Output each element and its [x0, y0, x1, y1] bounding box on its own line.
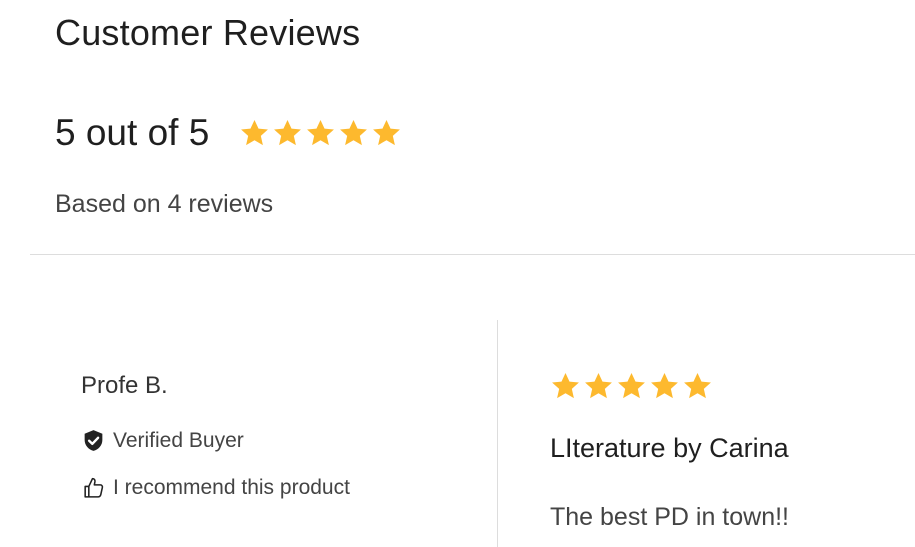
star-icon [239, 118, 270, 149]
column-divider [497, 320, 498, 547]
page-title: Customer Reviews [55, 12, 361, 53]
star-icon [682, 371, 713, 402]
star-icon [305, 118, 336, 149]
star-icon [583, 371, 614, 402]
star-icon [338, 118, 369, 149]
verified-buyer-label: Verified Buyer [113, 428, 244, 452]
thumbs-up-icon [81, 475, 106, 500]
star-icon [371, 118, 402, 149]
shield-check-icon [81, 428, 106, 453]
review-body: The best PD in town!! [550, 503, 790, 531]
star-icon [272, 118, 303, 149]
recommend-badge: I recommend this product [81, 475, 350, 500]
review-title: LIterature by Carina [550, 433, 789, 463]
rating-summary: 5 out of 5 [55, 110, 402, 156]
recommend-label: I recommend this product [113, 475, 350, 499]
average-score: 5 out of 5 [55, 112, 210, 153]
verified-buyer-badge: Verified Buyer [81, 428, 244, 453]
review-rating-stars [550, 371, 713, 402]
star-icon [550, 371, 581, 402]
star-icon [616, 371, 647, 402]
star-icon [649, 371, 680, 402]
reviewer-name: Profe B. [81, 372, 168, 399]
review-count: Based on 4 reviews [55, 190, 274, 218]
average-rating-stars [239, 118, 402, 149]
section-divider [30, 254, 915, 255]
